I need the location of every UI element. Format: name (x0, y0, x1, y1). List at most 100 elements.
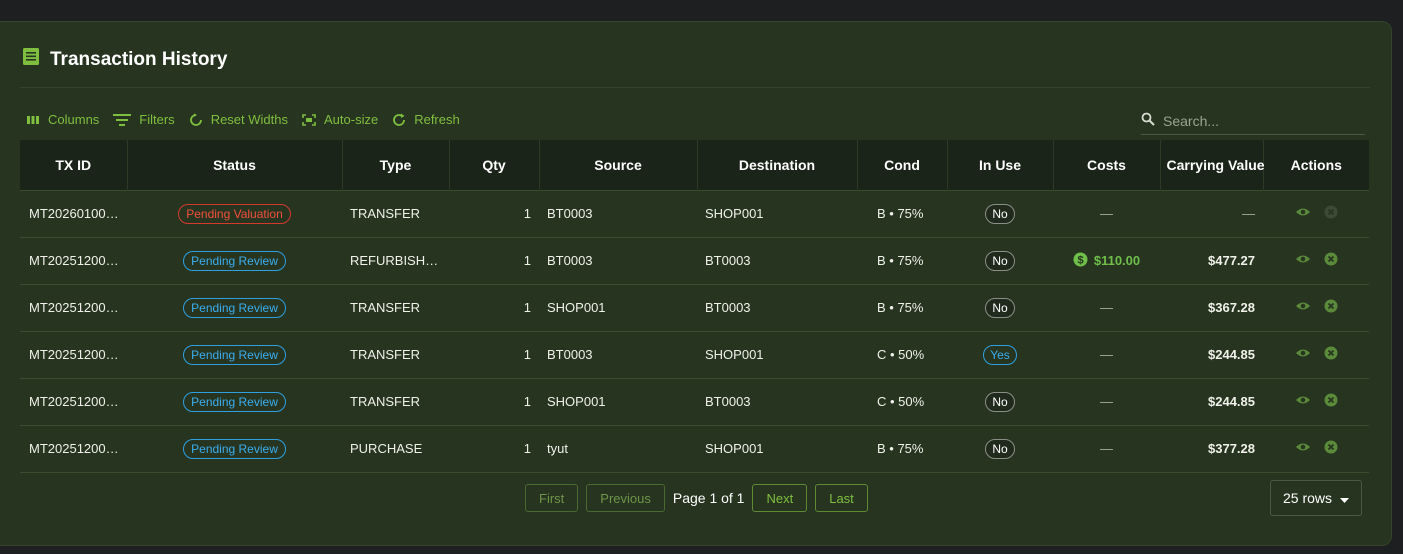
source-cell: BT0003 (547, 206, 593, 221)
qty-cell: 1 (523, 347, 531, 362)
close-circle-icon[interactable] (1324, 252, 1338, 269)
column-header-destination[interactable]: Destination (697, 140, 858, 190)
close-circle-icon[interactable] (1324, 299, 1338, 316)
costs-cell: $ $110.00 (1053, 237, 1160, 284)
in-use-badge: No (985, 297, 1015, 318)
cond-cell: B • 75% (877, 441, 924, 456)
refresh-label: Refresh (414, 112, 460, 127)
cond-cell: B • 75% (877, 206, 924, 221)
table-row[interactable]: MT20251200014 Pending Review REFURBISHME… (20, 237, 1369, 284)
in-use-badge: No (985, 438, 1015, 459)
reset-icon (189, 113, 203, 127)
close-circle-icon[interactable] (1324, 346, 1338, 363)
table-row[interactable]: MT20251200011 Pending Review TRANSFER 1 … (20, 378, 1369, 425)
auto-size-button[interactable]: Auto-size (302, 112, 378, 127)
cond-cell: C • 50% (877, 394, 925, 409)
eye-icon[interactable] (1295, 347, 1311, 362)
column-header-tx-id[interactable]: TX ID (20, 140, 128, 190)
costs-cell: — (1100, 441, 1113, 456)
type-cell: PURCHASE (350, 441, 423, 456)
column-header-type[interactable]: Type (342, 140, 450, 190)
search-box (1141, 108, 1365, 135)
source-cell: BT0003 (547, 347, 593, 362)
search-icon (1141, 112, 1155, 131)
column-header-cond[interactable]: Cond (857, 140, 948, 190)
refresh-icon (392, 113, 406, 127)
columns-label: Columns (48, 112, 100, 127)
tx-id-cell: MT20251200011 (29, 394, 127, 409)
in-use-cell: No (947, 284, 1053, 331)
carrying-value-cell: $477.27 (1208, 253, 1255, 268)
table-row[interactable]: MT20260100001 Pending Valuation TRANSFER… (20, 190, 1369, 237)
previous-page-button[interactable]: Previous (586, 484, 665, 512)
actions-cell (1263, 237, 1369, 284)
status-cell: Pending Review (127, 331, 342, 378)
destination-cell: SHOP001 (705, 206, 764, 221)
in-use-cell: No (947, 378, 1053, 425)
in-use-badge: Yes (983, 344, 1017, 365)
page-info: Page 1 of 1 (672, 490, 745, 506)
status-cell: Pending Review (127, 425, 342, 472)
columns-button[interactable]: Columns (26, 112, 99, 127)
destination-cell: SHOP001 (705, 441, 764, 456)
destination-cell: SHOP001 (705, 347, 764, 362)
type-cell: TRANSFER (350, 347, 421, 362)
reset-widths-button[interactable]: Reset Widths (189, 112, 288, 127)
destination-cell: BT0003 (705, 300, 751, 315)
transaction-table-wrapper: TX ID Status Type Qty Source Destination… (20, 140, 1369, 473)
eye-icon[interactable] (1295, 394, 1311, 409)
last-page-button[interactable]: Last (815, 484, 868, 512)
column-header-actions: Actions (1290, 156, 1342, 173)
eye-icon[interactable] (1295, 441, 1311, 456)
carrying-value-cell: $244.85 (1208, 394, 1255, 409)
status-badge: Pending Valuation (178, 203, 291, 224)
column-header-qty[interactable]: Qty (449, 140, 540, 190)
column-header-costs[interactable]: Costs (1053, 140, 1161, 190)
eye-icon[interactable] (1295, 253, 1311, 268)
status-badge: Pending Review (183, 344, 286, 365)
filters-button[interactable]: Filters (113, 112, 175, 127)
table-row[interactable]: MT20251200012 Pending Review TRANSFER 1 … (20, 331, 1369, 378)
tx-id-cell: MT20251200012 (29, 347, 127, 362)
title-divider (20, 87, 1370, 88)
actions-cell (1263, 284, 1369, 331)
caret-down-icon (1340, 490, 1350, 506)
actions-cell (1263, 425, 1369, 472)
close-circle-icon[interactable] (1324, 393, 1338, 410)
reset-widths-label: Reset Widths (210, 112, 288, 127)
qty-cell: 1 (523, 441, 531, 456)
column-header-in-use[interactable]: In Use (947, 140, 1054, 190)
status-badge: Pending Review (183, 297, 286, 318)
table-row[interactable]: MT20251200013 Pending Review TRANSFER 1 … (20, 284, 1369, 331)
carrying-value-cell: $367.28 (1208, 300, 1255, 315)
search-input[interactable] (1163, 113, 1353, 129)
table-row[interactable]: MT20251200010 Pending Review PURCHASE 1 … (20, 425, 1369, 472)
actions-cell (1263, 190, 1369, 237)
source-cell: SHOP001 (547, 394, 606, 409)
next-page-button[interactable]: Next (752, 484, 808, 512)
qty-cell: 1 (523, 206, 531, 221)
table-toolbar: Columns Filters Reset Widths Auto-size R… (26, 112, 460, 127)
qty-cell: 1 (523, 394, 531, 409)
column-header-carrying-value[interactable]: Carrying Value (1160, 140, 1265, 190)
card-header: Transaction History (22, 47, 227, 72)
eye-icon[interactable] (1295, 300, 1311, 315)
rows-per-page-select[interactable]: 25 rows (1270, 480, 1362, 516)
column-header-status[interactable]: Status (127, 140, 343, 190)
close-circle-icon[interactable] (1324, 440, 1338, 457)
eye-icon[interactable] (1295, 206, 1311, 221)
first-page-button[interactable]: First (525, 484, 579, 512)
status-cell: Pending Valuation (127, 190, 342, 237)
pagination: First Previous Page 1 of 1 Next Last (525, 484, 868, 512)
in-use-cell: No (947, 425, 1053, 472)
qty-cell: 1 (523, 253, 531, 268)
refresh-button[interactable]: Refresh (392, 112, 460, 127)
costs-cell: — (1100, 206, 1113, 221)
cond-cell: B • 75% (877, 300, 924, 315)
auto-size-label: Auto-size (324, 112, 379, 127)
type-cell: REFURBISHMENT (350, 253, 449, 268)
type-cell: TRANSFER (350, 206, 421, 221)
column-header-source[interactable]: Source (539, 140, 698, 190)
type-cell: TRANSFER (350, 300, 421, 315)
actions-cell (1263, 378, 1369, 425)
